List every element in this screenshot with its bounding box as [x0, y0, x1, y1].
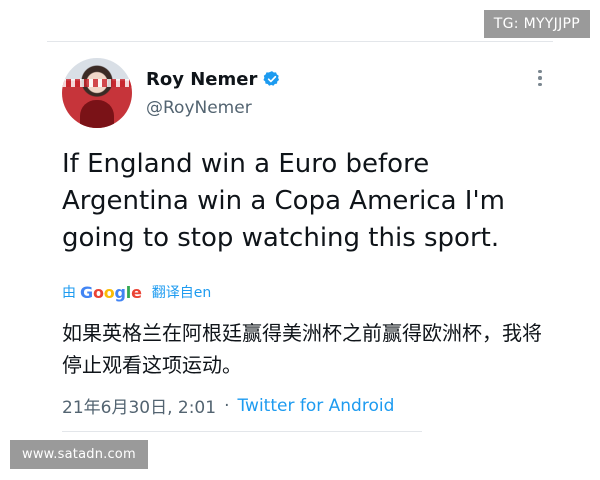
timestamp[interactable]: 21年6月30日, 2:01	[62, 393, 216, 418]
avatar[interactable]	[62, 58, 132, 128]
tweet-header: Roy Nemer @RoyNemer	[62, 58, 550, 128]
display-name[interactable]: Roy Nemer	[146, 69, 257, 90]
tweet-meta: 21年6月30日, 2:01 · Twitter for Android	[62, 393, 394, 419]
translated-text: 如果英格兰在阿根廷赢得美洲杯之前赢得欧洲杯，我将停止观看这项运动。	[62, 321, 542, 377]
source-link[interactable]: Twitter for Android	[237, 396, 394, 416]
more-vertical-icon[interactable]	[530, 66, 550, 90]
translation-attribution: 由 Google 翻译自en	[62, 282, 211, 302]
translated-from-link[interactable]: 翻译自en	[152, 282, 212, 302]
user-names: Roy Nemer @RoyNemer	[146, 69, 281, 118]
meta-separator: ·	[224, 395, 230, 416]
tweet-text: If England win a Euro before Argentina w…	[62, 149, 505, 253]
tg-badge: TG: MYYJJPP	[483, 10, 590, 38]
bottom-divider	[62, 431, 422, 432]
google-logo: Google	[80, 282, 142, 302]
verified-badge-icon	[263, 71, 280, 86]
name-row: Roy Nemer	[146, 69, 281, 90]
translated-by-label: 由	[62, 285, 76, 301]
top-divider	[47, 41, 553, 42]
watermark: www.satadn.com	[10, 440, 148, 469]
user-handle[interactable]: @RoyNemer	[146, 98, 281, 118]
